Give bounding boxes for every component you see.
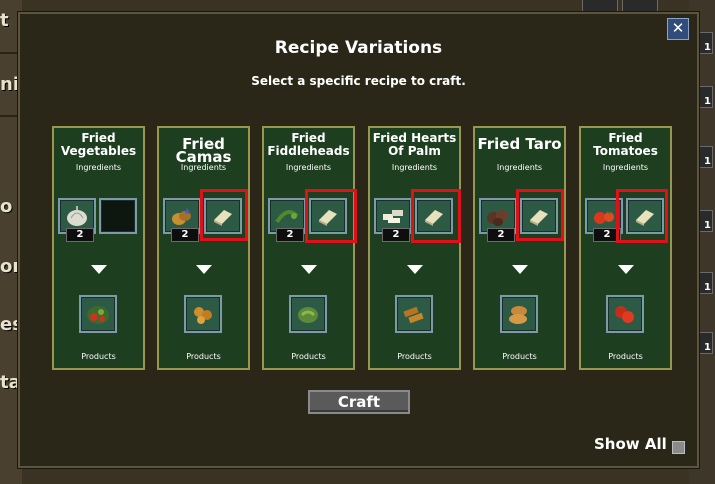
products-label: Products: [291, 352, 326, 361]
recipe-card-fried-hearts-of-palm[interactable]: Fried Hearts Of Palm Ingredients 2 Produ…: [368, 126, 461, 370]
dialog-subtitle: Select a specific recipe to craft.: [251, 74, 466, 88]
fried-fiddleheads-icon: [298, 307, 318, 323]
arrow-down-icon: [407, 265, 423, 274]
quantity-badge: 2: [66, 228, 94, 242]
ingredient-slot[interactable]: 2: [374, 198, 412, 242]
arrow-down-icon: [196, 265, 212, 274]
product-slot[interactable]: [395, 295, 433, 333]
quantity-badge: 2: [487, 228, 515, 242]
empty-slot[interactable]: [99, 198, 137, 234]
garlic-icon: [67, 206, 87, 226]
highlight-box: [200, 189, 248, 241]
tomato-icon: [594, 211, 614, 224]
products-label: Products: [397, 352, 432, 361]
product-slot[interactable]: [606, 295, 644, 333]
highlight-box: [305, 189, 357, 243]
show-all-checkbox[interactable]: [672, 441, 685, 454]
recipe-name: Fried Taro: [477, 135, 562, 153]
ingredients-label: Ingredients: [602, 163, 649, 172]
quantity-badge: 2: [276, 228, 304, 242]
ingredient-slot[interactable]: 2: [58, 198, 96, 242]
product-slot[interactable]: [289, 295, 327, 333]
recipe-card-fried-vegetables[interactable]: Fried Vegetables Ingredients 2 Products: [52, 126, 145, 370]
quantity-badge: 2: [171, 228, 199, 242]
dialog-title: Recipe Variations: [274, 38, 443, 58]
hearts-of-palm-icon: [383, 210, 403, 223]
fried-hearts-of-palm-icon: [403, 306, 424, 324]
recipe-card-fried-fiddleheads[interactable]: Fried Fiddleheads Ingredients 2 Products: [262, 126, 357, 370]
recipe-name: Fried Tomatoes: [593, 131, 658, 158]
product-slot[interactable]: [79, 295, 117, 333]
fried-camas-icon: [194, 307, 212, 324]
fried-vegetables-icon: [87, 306, 109, 324]
arrow-down-icon: [91, 265, 107, 274]
products-label: Products: [502, 352, 537, 361]
fiddleheads-icon: [275, 210, 299, 224]
ingredients-label: Ingredients: [180, 163, 227, 172]
ingredients-label: Ingredients: [496, 163, 543, 172]
arrow-down-icon: [301, 265, 317, 274]
ingredients-label: Ingredients: [75, 163, 122, 172]
show-all-label: Show All: [594, 435, 667, 453]
ingredients-label: Ingredients: [391, 163, 438, 172]
craft-button[interactable]: Craft: [308, 390, 410, 414]
close-button[interactable]: ✕: [667, 18, 689, 40]
recipe-card-fried-tomatoes[interactable]: Fried Tomatoes Ingredients 2 Products: [579, 126, 672, 370]
highlight-box: [516, 189, 564, 241]
fried-tomatoes-icon: [615, 306, 634, 323]
recipe-card-fried-camas[interactable]: Fried Camas Ingredients 2 Products: [157, 126, 250, 370]
ingredients-label: Ingredients: [285, 163, 332, 172]
products-label: Products: [186, 352, 221, 361]
recipe-card-fried-taro[interactable]: Fried Taro Ingredients 2 Products: [473, 126, 566, 370]
quantity-badge: 2: [382, 228, 410, 242]
highlight-box: [616, 189, 668, 243]
recipe-name: Fried Vegetables: [60, 131, 137, 158]
product-slot[interactable]: [184, 295, 222, 333]
taro-icon: [487, 210, 508, 226]
ingredient-slot[interactable]: 2: [268, 198, 306, 242]
recipe-name: Fried Fiddleheads: [267, 131, 350, 158]
recipe-variations-dialog: ✕ Recipe Variations Select a specific re…: [18, 12, 699, 468]
product-slot[interactable]: [500, 295, 538, 333]
products-label: Products: [608, 352, 643, 361]
highlight-box: [411, 189, 461, 243]
camas-icon: [172, 208, 191, 225]
arrow-down-icon: [512, 265, 528, 274]
fried-taro-icon: [509, 306, 527, 324]
recipe-name: Fried Hearts Of Palm: [372, 131, 457, 158]
ingredient-slot[interactable]: 2: [479, 198, 517, 242]
products-label: Products: [81, 352, 116, 361]
recipe-name: Fried Camas: [175, 135, 232, 166]
ingredient-slot[interactable]: 2: [163, 198, 201, 242]
background-top-strip: [22, 0, 689, 13]
arrow-down-icon: [618, 265, 634, 274]
